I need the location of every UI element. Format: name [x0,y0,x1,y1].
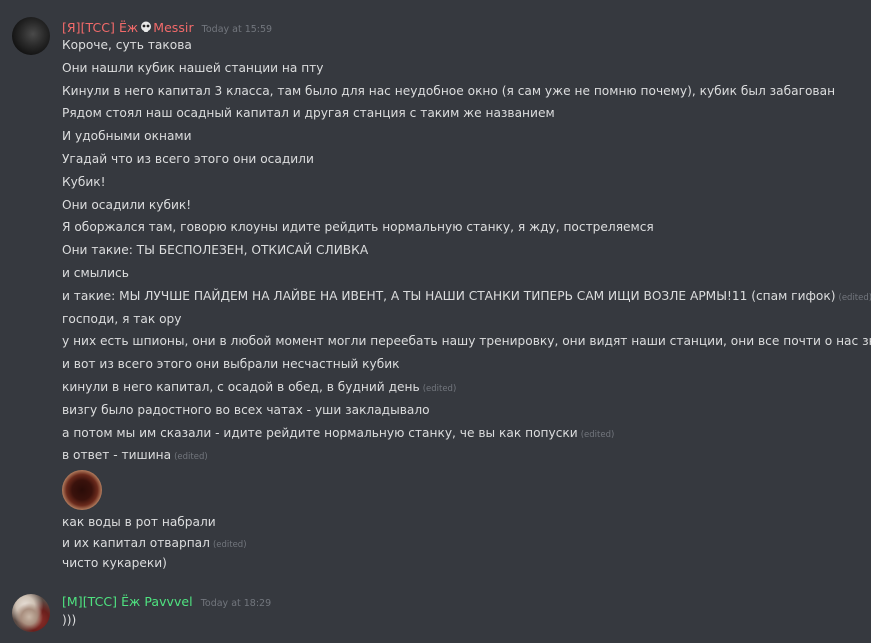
message-text: Короче, суть такова [62,38,192,52]
message-text: и вот из всего этого они выбрали несчаст… [62,357,400,372]
message-text: И удобными окнами [62,129,192,144]
message-text: в ответ - тишина [62,448,172,463]
message-header: [M][TCC] Ёж Pavvvel Today at 18:29 [62,594,271,612]
message-line: и смылись [62,265,129,281]
message-text: а потом мы им сказали - идите рейдите но… [62,425,578,440]
message-line: и их капитал отварпал (edited) [62,535,247,553]
message-text: визгу было радостного во всех чатах - уш… [62,402,430,417]
edited-label: (edited) [580,429,615,440]
message-text: Они нашли кубик нашей станции на пту [62,60,324,75]
username-messir[interactable]: [Я][TCC] Ёж [62,20,138,35]
message-text: ))) [62,613,77,627]
message-line: и такие: МЫ ЛУЧШЕ ПАЙДЕМ НА ЛАЙВЕ НА ИВЕ… [62,288,871,306]
message-text: Угадай что из всего этого они осадили [62,152,314,166]
message-text: у них есть шпионы, они в любой момент мо… [62,334,871,349]
message-line: И удобными окнами [62,128,192,144]
message-line: Они такие: ТЫ БЕСПОЛЕЗЕН, ОТКИСАЙ СЛИВКА [62,242,368,258]
message-text: как воды в рот набрали [62,515,216,529]
message-line: и вот из всего этого они выбрали несчаст… [62,356,400,372]
message-line: в ответ - тишина (edited) [62,447,208,465]
message-line: Угадай что из всего этого они осадили [62,151,314,167]
edited-label: (edited) [838,292,871,303]
message-line: визгу было радостного во всех чатах - уш… [62,402,430,418]
message-line: Они нашли кубик нашей станции на пту [62,60,324,76]
message-text: кинули в него капитал, с осадой в обед, … [62,380,420,394]
message-line: Они осадили кубик! [62,197,191,213]
avatar-messir[interactable] [12,17,50,55]
message-text: Кубик! [62,174,106,189]
username-messir-suffix[interactable]: Messir [153,20,193,35]
message-text: Рядом стоял наш осадный капитал и другая… [62,106,555,121]
message-line: а потом мы им сказали - идите рейдите но… [62,425,614,443]
message-text: Я оборжался там, говорю клоуны идите рей… [62,220,654,235]
message-line: у них есть шпионы, они в любой момент мо… [62,333,871,349]
message-line: господи, я так ору [62,311,182,327]
message-line: Рядом стоял наш осадный капитал и другая… [62,105,555,121]
edited-label: (edited) [212,539,247,550]
message-text: Они осадили кубик! [62,197,192,212]
message-text: Они такие: ТЫ БЕСПОЛЕЗЕН, ОТКИСАЙ СЛИВКА [62,243,369,258]
avatar-pavvvel[interactable] [12,594,50,632]
message-line: Короче, суть такова [62,37,192,53]
message-text: чисто кукареки) [62,556,167,570]
edited-label: (edited) [422,384,457,394]
timestamp: Today at 18:29 [200,598,272,609]
skull-emoji-icon [140,18,152,32]
message-text: и их капитал отварпал [62,535,210,550]
message-line: чисто кукареки) [62,555,167,571]
message-line: как воды в рот набрали [62,514,216,530]
message-line: Кинули в него капитал 3 класса, там было… [62,83,835,99]
message-header: [Я][TCC] Ёж Messir Today at 15:59 [62,17,272,35]
message-line: Я оборжался там, говорю клоуны идите рей… [62,219,654,235]
message-line: кинули в него капитал, с осадой в обед, … [62,379,456,397]
timestamp: Today at 15:59 [201,24,273,35]
message-text: господи, я так ору [62,311,182,326]
reaction-image[interactable] [62,470,102,510]
message-text: и такие: МЫ ЛУЧШЕ ПАЙДЕМ НА ЛАЙВЕ НА ИВЕ… [62,288,836,303]
message-text: и смылись [62,266,129,280]
edited-label: (edited) [174,452,208,463]
message-line: ))) [62,612,76,628]
username-pavvvel[interactable]: [M][TCC] Ёж Pavvvel [62,594,193,609]
message-line: Кубик! [62,174,106,190]
message-text: Кинули в него капитал 3 класса, там было… [62,83,836,98]
